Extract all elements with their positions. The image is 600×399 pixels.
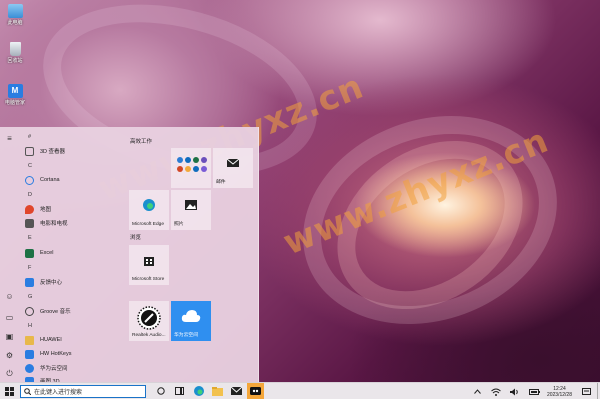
- power-icon[interactable]: ⏻: [5, 369, 14, 378]
- taskbar-clock[interactable]: 12:24 2023/12/28: [547, 386, 572, 398]
- app-feedback-hub[interactable]: 反馈中心: [22, 276, 118, 288]
- user-icon[interactable]: ☺: [5, 292, 14, 301]
- multitask-button[interactable]: [171, 383, 188, 399]
- taskbar: 在此键入进行搜索 12:24 2023/12/28: [0, 382, 600, 399]
- taskbar-mail[interactable]: [228, 383, 245, 399]
- tile-huawei-cloud[interactable]: 华为云空间: [171, 301, 211, 341]
- file-explorer-icon: [212, 386, 223, 396]
- app-3d-viewer[interactable]: 3D 查看器: [22, 145, 118, 157]
- excel-icon: [25, 248, 34, 258]
- letter-header[interactable]: H: [28, 323, 32, 329]
- letter-header[interactable]: #: [28, 134, 31, 140]
- tile-photos[interactable]: 照片: [171, 190, 211, 230]
- pictures-icon[interactable]: ▣: [5, 332, 14, 341]
- tile-office-apps[interactable]: [171, 148, 211, 188]
- settings-icon[interactable]: ⚙: [5, 351, 14, 360]
- tile-realtek-audio[interactable]: Realtek Audio...: [129, 301, 169, 341]
- search-icon: [24, 387, 31, 395]
- notification-icon: [582, 387, 591, 395]
- app-maps[interactable]: 地图: [22, 203, 118, 215]
- store-icon: [144, 257, 154, 266]
- app-groove-music[interactable]: Groove 音乐: [22, 305, 118, 317]
- app-excel[interactable]: Excel: [22, 247, 118, 259]
- hotkeys-icon: [25, 349, 34, 359]
- show-hidden-icons-button[interactable]: [469, 383, 486, 399]
- windows-logo-icon: [4, 386, 14, 396]
- photos-icon: [185, 200, 197, 210]
- cortana-icon: [25, 175, 34, 185]
- app-huawei-folder[interactable]: HUAWEI: [22, 334, 118, 346]
- start-button[interactable]: [0, 383, 18, 399]
- office-apps-icon: [177, 157, 207, 172]
- letter-header[interactable]: G: [28, 294, 32, 300]
- mail-icon: [231, 387, 242, 395]
- network-icon: [491, 388, 502, 396]
- start-rail: ≡ ☺ ▭ ▣ ⚙ ⏻: [0, 127, 18, 382]
- battery-icon: [528, 388, 540, 395]
- letter-header[interactable]: E: [28, 235, 32, 241]
- taskbar-file-explorer[interactable]: [209, 383, 226, 399]
- multitask-icon: [175, 387, 184, 395]
- pc-manager-icon: M: [7, 84, 23, 98]
- desktop-icon-this-pc[interactable]: 此电脑: [3, 4, 27, 26]
- edge-icon: [143, 199, 155, 211]
- start-menu: ≡ ☺ ▭ ▣ ⚙ ⏻ # 3D 查看器 C Cortana D 地图 电影和电…: [0, 127, 259, 386]
- mail-icon: [227, 158, 239, 167]
- system-tray: 12:24 2023/12/28: [467, 383, 600, 399]
- battery-button[interactable]: [526, 383, 543, 399]
- tile-mail[interactable]: 邮件: [213, 148, 253, 188]
- feedback-icon: [25, 277, 34, 287]
- tile-microsoft-edge[interactable]: Microsoft Edge: [129, 190, 169, 230]
- taskbar-search-box[interactable]: 在此键入进行搜索: [20, 384, 146, 398]
- taskbar-edge[interactable]: [190, 383, 207, 399]
- volume-icon: [510, 388, 519, 395]
- document-icon[interactable]: ▭: [5, 313, 14, 322]
- chevron-up-icon: [474, 389, 481, 394]
- notification-center-button[interactable]: [578, 383, 595, 399]
- folder-icon: [25, 335, 34, 345]
- app-hw-hotkeys[interactable]: HW HotKeys: [22, 348, 118, 360]
- huawei-cloud-icon: [181, 310, 201, 322]
- desktop-icon-pc-manager[interactable]: M 电脑管家: [3, 84, 27, 106]
- recycle-bin-icon: [9, 42, 21, 56]
- edge-icon: [193, 386, 204, 396]
- app-cortana[interactable]: Cortana: [22, 174, 118, 186]
- taskbar-huawei-app[interactable]: [247, 382, 264, 399]
- realtek-audio-icon: [137, 306, 161, 330]
- letter-header[interactable]: D: [28, 192, 32, 198]
- letter-header[interactable]: F: [28, 265, 31, 271]
- hamburger-menu-icon[interactable]: ≡: [5, 134, 14, 143]
- huawei-cloud-icon: [25, 363, 34, 373]
- group-title[interactable]: 高效工作: [130, 137, 152, 145]
- network-button[interactable]: [488, 383, 505, 399]
- 3d-viewer-icon: [25, 146, 34, 156]
- app-movies-tv[interactable]: 电影和电视: [22, 217, 118, 229]
- computer-icon: [7, 4, 23, 18]
- huawei-app-icon: [250, 387, 261, 395]
- task-view-icon: [156, 387, 165, 395]
- maps-icon: [25, 204, 34, 214]
- clock-date: 2023/12/28: [546, 391, 572, 398]
- app-huawei-cloud[interactable]: 华为云空间: [22, 362, 118, 374]
- tile-microsoft-store[interactable]: Microsoft Store: [129, 245, 169, 285]
- search-placeholder: 在此键入进行搜索: [34, 389, 83, 396]
- letter-header[interactable]: C: [28, 163, 32, 169]
- movies-icon: [25, 218, 34, 228]
- desktop-icon-recycle-bin[interactable]: 回收站: [3, 42, 27, 64]
- volume-button[interactable]: [507, 383, 524, 399]
- task-view-button[interactable]: [152, 383, 169, 399]
- groove-music-icon: [25, 306, 34, 316]
- group-title[interactable]: 浏览: [130, 233, 141, 241]
